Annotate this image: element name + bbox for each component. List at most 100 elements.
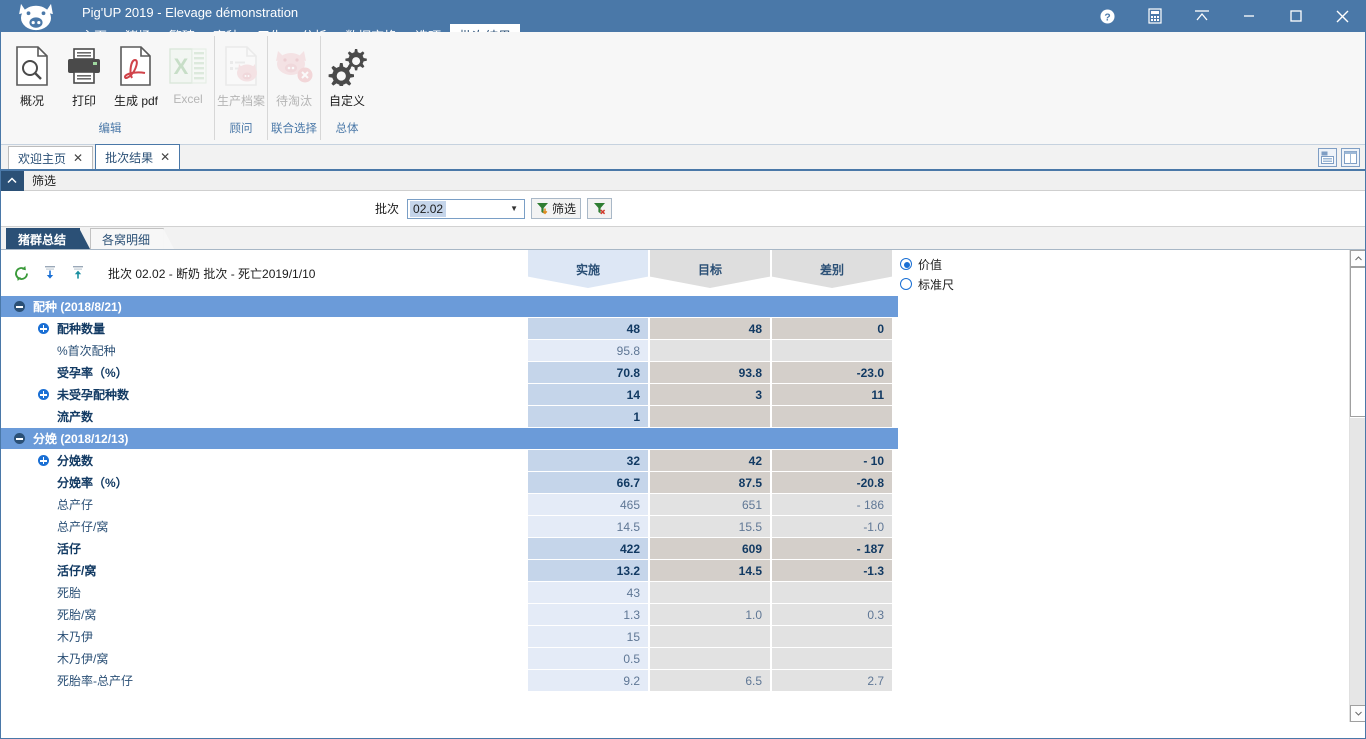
filter-panel-header[interactable]: 筛选 xyxy=(0,170,1366,191)
ribbon-button-printer[interactable]: 打印 xyxy=(58,39,110,120)
expand-icon[interactable] xyxy=(38,389,49,400)
ribbon-group-3: 自定义 总体 xyxy=(321,32,373,144)
ribbon-button-gears[interactable]: 自定义 xyxy=(321,39,373,120)
calculator-button[interactable] xyxy=(1131,0,1178,32)
table-row[interactable]: 未受孕配种数 14 3 11 xyxy=(0,384,1349,405)
scrollbar-thumb[interactable] xyxy=(1350,267,1366,417)
collapse-all-icon[interactable] xyxy=(40,264,59,283)
table-row[interactable]: 流产数 1 xyxy=(0,406,1349,427)
minimize-button[interactable] xyxy=(1225,0,1272,32)
table-row[interactable]: 总产仔 465 651- 186 xyxy=(0,494,1349,515)
cell-diff: -23.0 xyxy=(772,362,892,383)
row-indent xyxy=(38,411,49,422)
collapse-icon[interactable] xyxy=(14,301,25,312)
document-tab-0[interactable]: 欢迎主页 ✕ xyxy=(8,146,94,169)
filter-clear-icon xyxy=(594,203,606,215)
table-row[interactable]: 活仔/窝 13.2 14.5 -1.3 xyxy=(0,560,1349,581)
table-row[interactable]: 分娩率（%） 66.7 87.5 -20.8 xyxy=(0,472,1349,493)
excel-icon: X xyxy=(169,43,207,89)
sub-tab-1[interactable]: 各窝明细 xyxy=(90,228,165,249)
svg-text:X: X xyxy=(174,54,189,79)
results-content: 批次 02.02 - 断奶 批次 - 死亡2019/1/10 实施 目标 差别 价值… xyxy=(0,250,1366,722)
row-cells: 1.3 1.0 0.3 xyxy=(528,604,892,625)
table-row[interactable]: 木乃伊/窝 0.5 xyxy=(0,648,1349,669)
table-row[interactable]: 受孕率（%） 70.8 93.8 -23.0 xyxy=(0,362,1349,383)
expand-icon[interactable] xyxy=(38,455,49,466)
row-cells: 15 xyxy=(528,626,892,647)
cell-diff: -20.8 xyxy=(772,472,892,493)
section-header-1[interactable]: 分娩 (2018/12/13) xyxy=(0,428,898,449)
close-button[interactable] xyxy=(1319,0,1366,32)
clear-filter-button[interactable] xyxy=(587,198,613,219)
ribbon-group-label: 编辑 xyxy=(98,123,122,135)
cell-target: 42 xyxy=(650,450,770,471)
table-row[interactable]: 木乃伊 15 xyxy=(0,626,1349,647)
collapse-icon[interactable] xyxy=(14,433,25,444)
column-header-actual[interactable]: 实施 xyxy=(528,250,648,288)
row-cells: 0.5 xyxy=(528,648,892,669)
chevron-up-icon[interactable] xyxy=(0,170,24,191)
cell-actual: 48 xyxy=(528,318,648,339)
row-label: 总产仔/窝 xyxy=(57,520,109,534)
layout-horizontal-button[interactable] xyxy=(1318,148,1337,167)
table-row[interactable]: 死胎/窝 1.3 1.0 0.3 xyxy=(0,604,1349,625)
table-row[interactable]: 死胎 43 xyxy=(0,582,1349,603)
cell-target xyxy=(650,582,770,603)
batch-select[interactable]: 02.02 ▼ xyxy=(407,198,526,219)
help-button[interactable]: ? xyxy=(1084,0,1131,32)
table-row[interactable]: 分娩数 32 42- 10 xyxy=(0,450,1349,471)
cell-diff: 11 xyxy=(772,384,892,405)
table-row[interactable]: %首次配种 95.8 xyxy=(0,340,1349,361)
ribbon-button-label: 生成 pdf xyxy=(113,94,159,108)
cell-diff xyxy=(772,406,892,427)
row-cells: 13.2 14.5 -1.3 xyxy=(528,560,892,581)
column-header-target[interactable]: 目标 xyxy=(650,250,770,288)
cell-target xyxy=(650,648,770,669)
cell-diff: -1.0 xyxy=(772,516,892,537)
expand-icon[interactable] xyxy=(38,323,49,334)
expand-all-icon[interactable] xyxy=(68,264,87,283)
refresh-icon[interactable] xyxy=(12,264,31,283)
table-row[interactable]: 配种数量 48 48 0 xyxy=(0,318,1349,339)
row-cells: 14.5 15.5 -1.0 xyxy=(528,516,892,537)
column-header-diff[interactable]: 差别 xyxy=(772,250,892,288)
table-row[interactable]: 死胎率-总产仔 9.2 6.5 2.7 xyxy=(0,670,1349,691)
scroll-down-button[interactable] xyxy=(1350,705,1366,722)
row-cells: 9.2 6.5 2.7 xyxy=(528,670,892,691)
scroll-up-button[interactable] xyxy=(1350,250,1366,267)
apply-filter-button[interactable]: 筛选 xyxy=(531,198,582,219)
table-row[interactable]: 活仔 422 609- 187 xyxy=(0,538,1349,559)
results-grid: 批次 02.02 - 断奶 批次 - 死亡2019/1/10 实施 目标 差别 价值… xyxy=(0,250,1349,722)
row-label: 死胎 xyxy=(57,586,82,600)
document-tab-1[interactable]: 批次结果 ✕ xyxy=(95,144,181,169)
grid-toolbar: 批次 02.02 - 断奶 批次 - 死亡2019/1/10 实施 目标 差别 价值… xyxy=(0,250,1349,296)
ribbon-button-label: 打印 xyxy=(71,94,96,108)
scrollbar-track[interactable] xyxy=(1350,418,1366,705)
radio-option-1[interactable]: 标准尺 xyxy=(900,274,954,294)
collapse-ribbon-button[interactable] xyxy=(1178,0,1225,32)
row-cells: 14 3 11 xyxy=(528,384,892,405)
ribbon-button-pdf[interactable]: 生成 pdf xyxy=(110,39,162,120)
ribbon-button-label: 自定义 xyxy=(328,94,365,108)
layout-buttons xyxy=(1318,148,1360,167)
ribbon-button-pig-document: 生产档案 xyxy=(215,39,267,120)
row-label: 总产仔 xyxy=(57,498,94,512)
ribbon-button-document-search[interactable]: 概况 xyxy=(6,39,58,120)
sub-tab-0[interactable]: 猪群总结 xyxy=(6,228,81,249)
close-icon[interactable]: ✕ xyxy=(73,152,83,164)
document-search-icon xyxy=(14,43,50,89)
ribbon-group-items: 自定义 xyxy=(321,32,373,120)
section-header-0[interactable]: 配种 (2018/8/21) xyxy=(0,296,898,317)
radio-button-icon[interactable] xyxy=(900,278,912,290)
radio-button-icon[interactable] xyxy=(900,258,912,270)
table-row[interactable]: 总产仔/窝 14.5 15.5 -1.0 xyxy=(0,516,1349,537)
row-indent xyxy=(38,477,49,488)
maximize-button[interactable] xyxy=(1272,0,1319,32)
radio-option-0[interactable]: 价值 xyxy=(900,254,954,274)
vertical-scrollbar[interactable] xyxy=(1349,250,1366,722)
close-icon[interactable]: ✕ xyxy=(160,151,170,163)
ribbon-group-items: 概况 打印 生成 pdf X Excel xyxy=(6,32,214,120)
layout-vertical-button[interactable] xyxy=(1341,148,1360,167)
cell-actual: 0.5 xyxy=(528,648,648,669)
cell-diff: - 10 xyxy=(772,450,892,471)
